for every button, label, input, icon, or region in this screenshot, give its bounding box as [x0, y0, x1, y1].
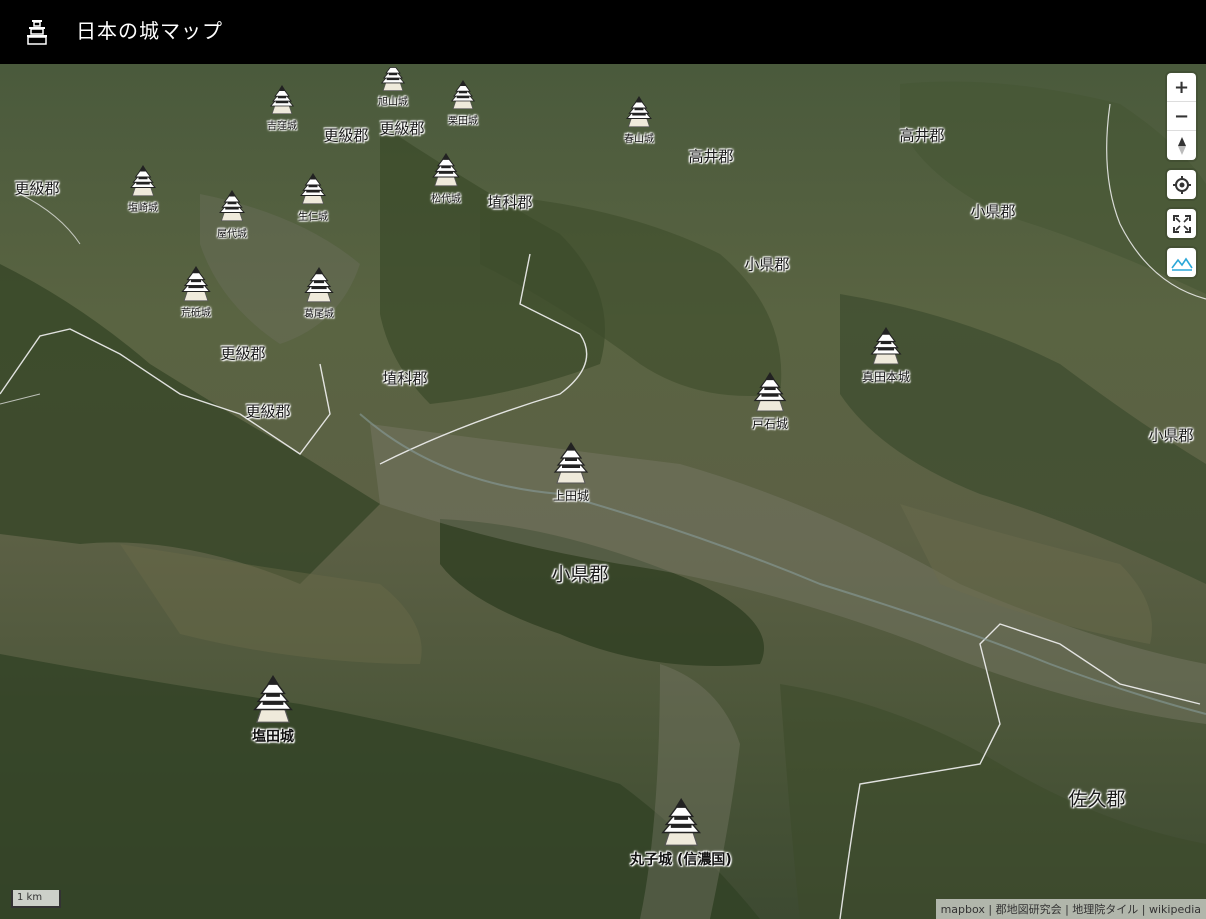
castle-icon [380, 67, 406, 91]
castle-marker[interactable]: 塩崎城 [128, 162, 158, 214]
castle-icon [130, 165, 156, 197]
navigation-control: + − [1167, 73, 1196, 160]
castle-name: 旭山城 [378, 97, 408, 108]
compass-button[interactable] [1167, 131, 1196, 160]
castle-icon [870, 327, 902, 365]
fullscreen-icon [1172, 214, 1191, 233]
app-header: 日本の城マップ [0, 0, 1206, 64]
district-label-chiisagata-2: 小県郡 [744, 255, 790, 274]
district-label-sarashina-3: 更級郡 [379, 119, 425, 138]
district-label-hanishina-2: 埴科郡 [382, 369, 428, 388]
castle-icon [450, 80, 476, 110]
terrain-toggle-button[interactable] [1167, 248, 1196, 277]
castle-name: 生仁城 [298, 212, 328, 223]
castle-marker[interactable]: 松代城 [430, 149, 462, 205]
castle-marker[interactable]: 塩田城 [250, 671, 296, 746]
castle-marker[interactable]: 生仁城 [298, 169, 328, 223]
castle-name: 塩田城 [252, 729, 294, 745]
castle-name: 真田本城 [861, 370, 911, 384]
map-canvas[interactable]: 更級郡 更級郡 更級郡 更級郡 更級郡 埴科郡 埴科郡 高井郡 高井郡 小県郡 … [0, 64, 1206, 919]
castle-icon [269, 85, 295, 115]
district-label-sarashina-5: 更級郡 [245, 402, 291, 421]
castle-marker[interactable]: 春山城 [624, 93, 654, 145]
castle-marker[interactable]: 吉窪城 [267, 82, 297, 132]
district-label-chiisagata-4: 小県郡 [551, 563, 609, 586]
castle-marker[interactable]: 栗田城 [448, 77, 478, 127]
geolocate-button[interactable] [1167, 170, 1196, 199]
castle-icon [253, 675, 293, 723]
attribution[interactable]: mapbox | 郡地図研究会 | 地理院タイル | wikipedia [935, 899, 1206, 919]
castle-icon [753, 372, 787, 412]
castle-name: 丸子城 (信濃国) [630, 852, 732, 868]
castle-name: 吉窪城 [267, 121, 297, 132]
castle-icon [181, 266, 211, 302]
castle-icon [626, 96, 652, 128]
castle-marker[interactable]: 旭山城 [378, 64, 408, 108]
fullscreen-control [1167, 209, 1196, 238]
castle-icon[interactable] [24, 18, 50, 46]
locate-icon [1172, 175, 1191, 194]
castle-marker[interactable]: 真田本城 [862, 323, 910, 385]
castle-name: 春山城 [624, 134, 654, 145]
geolocate-control [1167, 170, 1196, 199]
terrain-imagery [0, 81, 1206, 919]
castle-marker[interactable]: 戸石城 [751, 368, 789, 432]
district-label-sarashina-4: 更級郡 [220, 344, 266, 363]
castle-marker[interactable]: 荒砥城 [179, 263, 213, 319]
district-label-sarashina-1: 更級郡 [14, 179, 60, 198]
district-label-sarashina-2: 更級郡 [323, 126, 369, 145]
fullscreen-button[interactable] [1167, 209, 1196, 238]
district-label-takai-1: 高井郡 [688, 147, 734, 166]
district-label-takai-2: 高井郡 [899, 126, 945, 145]
castle-name: 荒砥城 [181, 308, 211, 319]
castle-name: 上田城 [552, 489, 589, 503]
castle-icon [432, 153, 460, 187]
castle-name: 葛尾城 [304, 309, 334, 320]
district-label-chiisagata-1: 小県郡 [970, 202, 1016, 221]
district-label-saku: 佐久郡 [1068, 788, 1126, 811]
terrain-icon [1170, 257, 1193, 271]
zoom-in-button[interactable]: + [1167, 73, 1196, 102]
castle-marker[interactable]: 屋代城 [217, 186, 247, 240]
district-label-chiisagata-3: 小県郡 [1148, 426, 1194, 445]
app-title: 日本の城マップ [76, 19, 223, 43]
castle-icon [661, 798, 701, 846]
compass-icon [1177, 136, 1186, 155]
castle-name: 松代城 [431, 194, 461, 205]
castle-name: 戸石城 [751, 417, 788, 431]
castle-icon [304, 267, 334, 303]
castle-marker[interactable]: 上田城 [551, 438, 591, 504]
scale-bar: 1 km [11, 890, 61, 908]
castle-icon [300, 173, 326, 205]
castle-marker[interactable]: 丸子城 (信濃国) [630, 794, 732, 869]
terrain-control [1167, 248, 1196, 277]
castle-marker[interactable]: 葛尾城 [302, 264, 336, 320]
castle-icon [219, 190, 245, 222]
district-label-hanishina-1: 埴科郡 [487, 193, 533, 212]
castle-name: 屋代城 [217, 229, 247, 240]
castle-name: 塩崎城 [128, 203, 158, 214]
map-controls: + − [1167, 73, 1196, 287]
castle-icon [553, 442, 589, 484]
castle-name: 栗田城 [448, 116, 478, 127]
zoom-out-button[interactable]: − [1167, 102, 1196, 131]
